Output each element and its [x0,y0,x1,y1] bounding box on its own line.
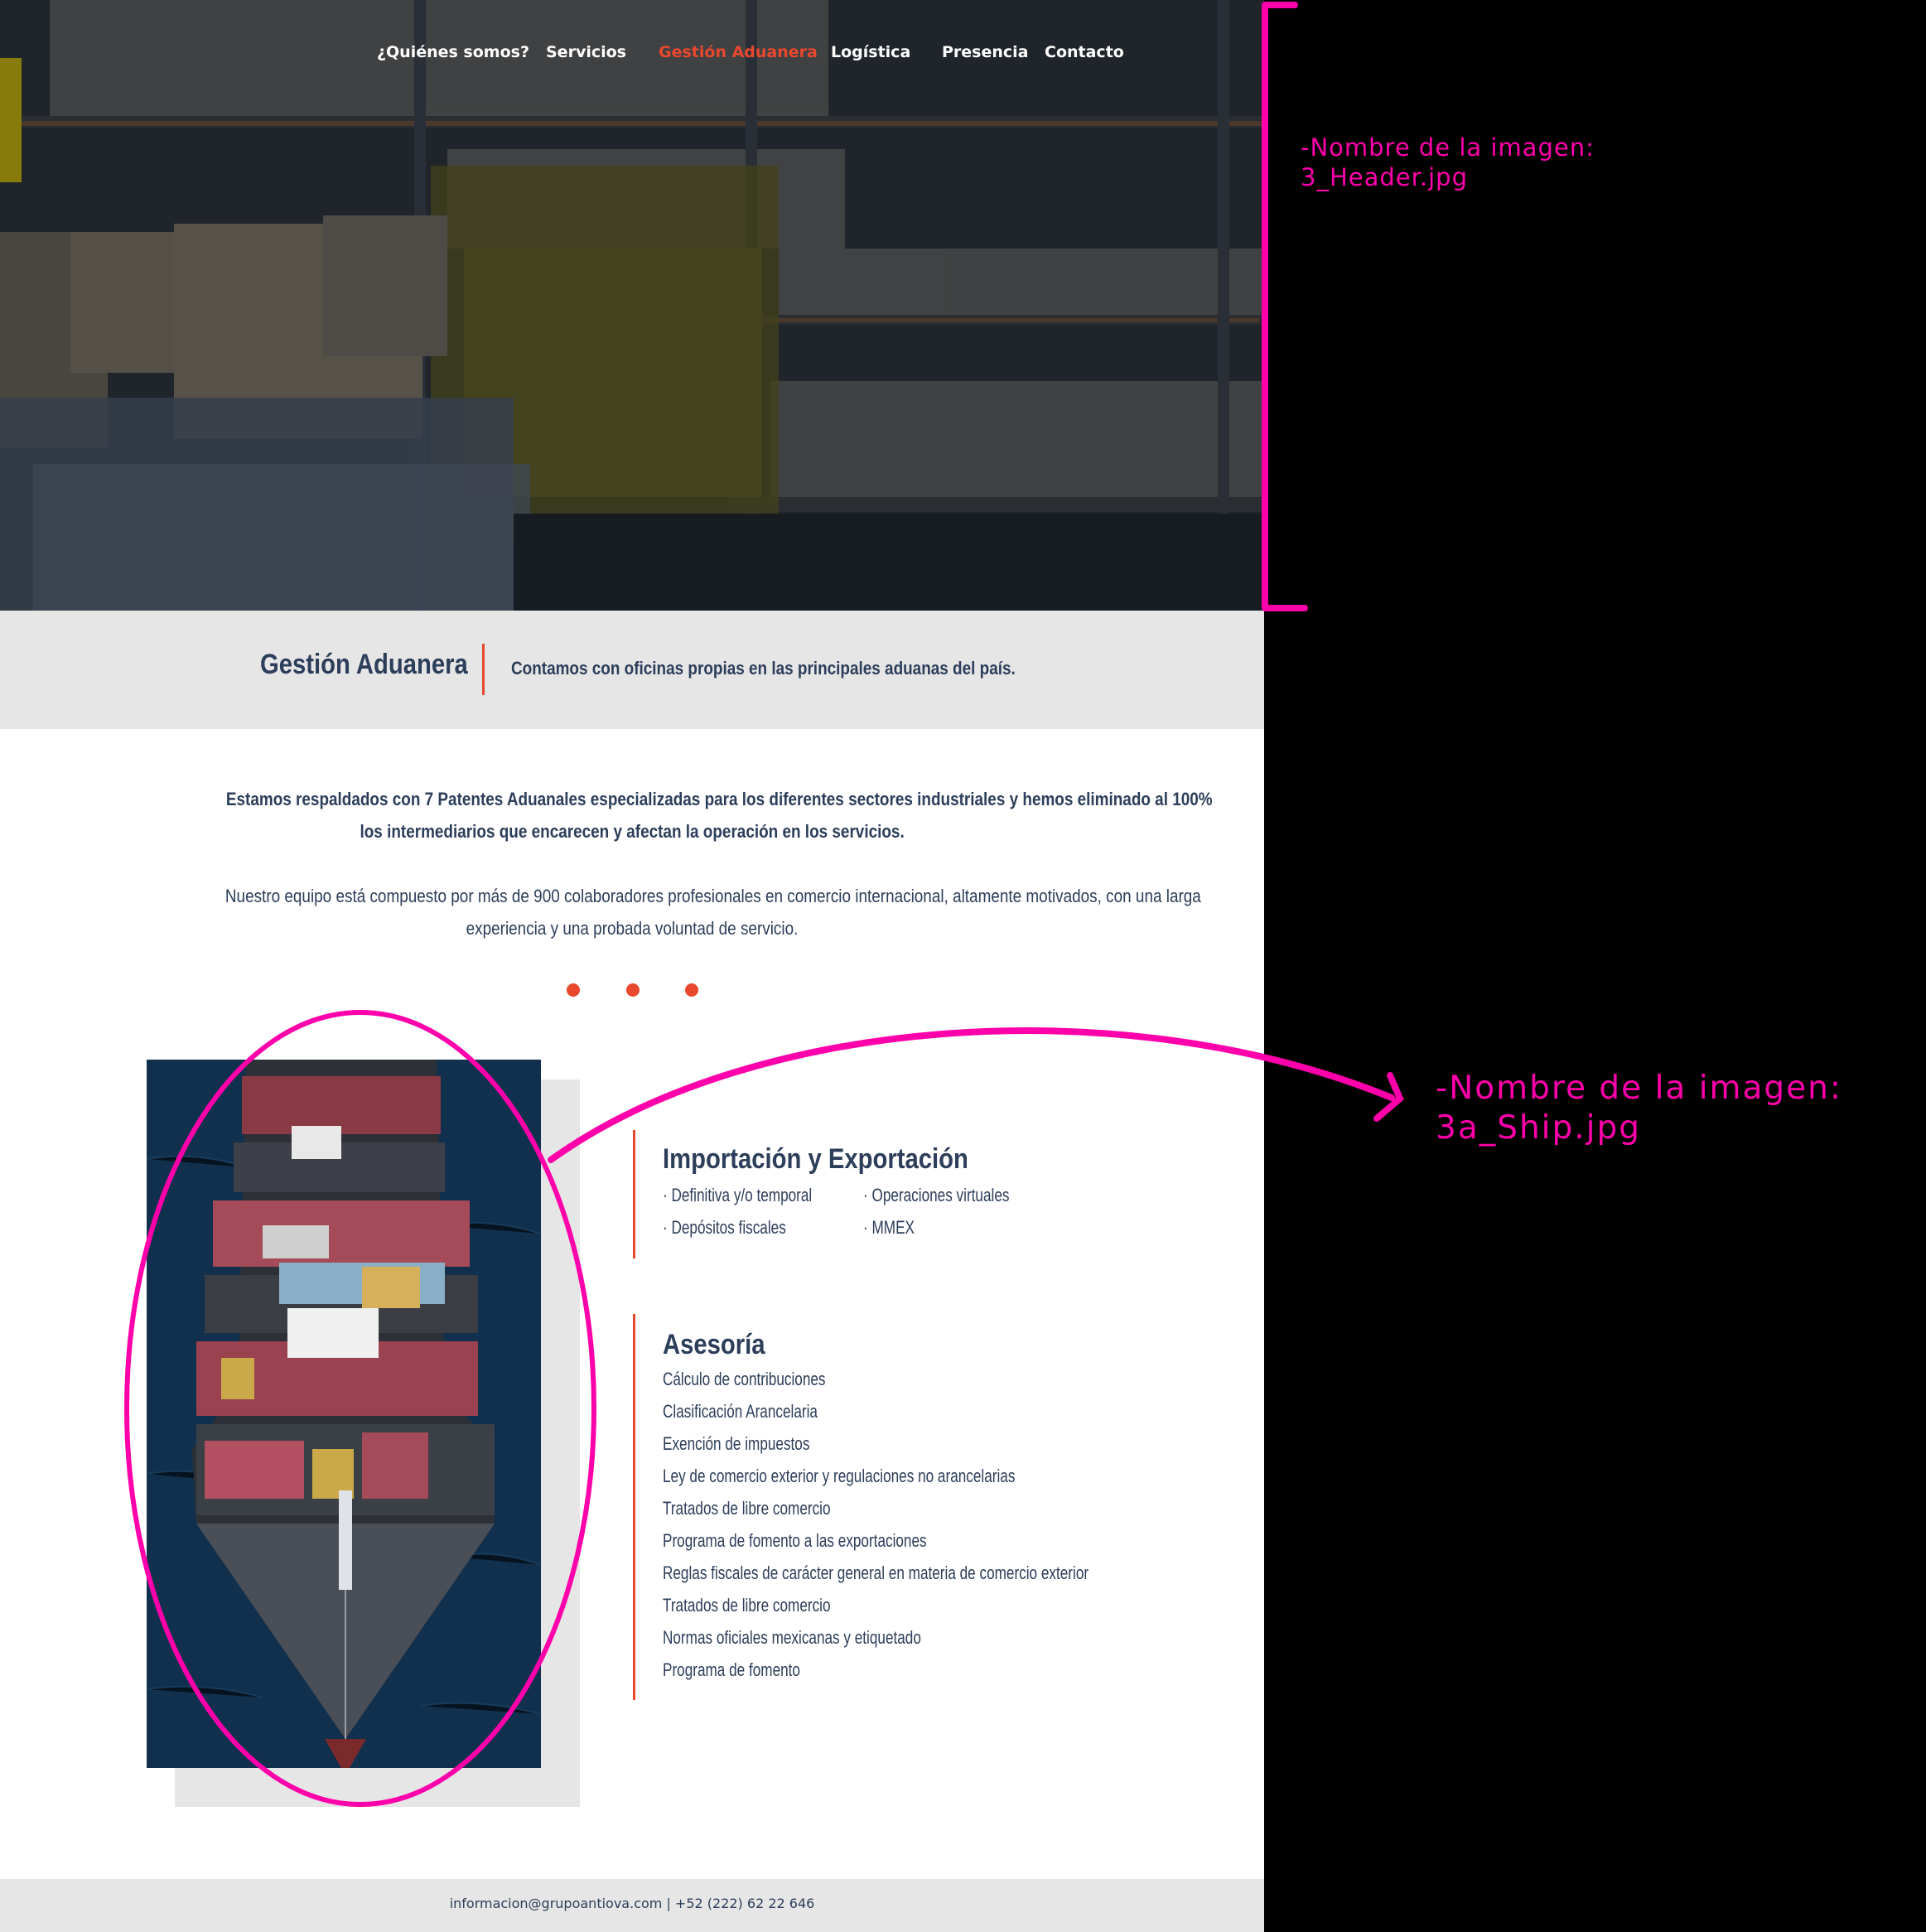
arrow-head-icon [1373,1072,1404,1122]
main-nav: ¿Quiénes somos? Servicios Gestión Aduane… [0,43,1264,68]
annotation-ship-image: -Nombre de la imagen: 3a_Ship.jpg [1436,1069,1842,1148]
paragraph-line: los intermediarios que encarecen y afect… [360,821,905,842]
nav-item-contacto[interactable]: Contacto [1045,43,1124,61]
dot [685,983,698,997]
service-item: Cálculo de contribuciones [663,1369,826,1389]
nav-item-quienes-somos[interactable]: ¿Quiénes somos? [377,43,529,61]
service-item: · Operaciones virtuales [863,1185,1010,1205]
annotation-filename: 3a_Ship.jpg [1436,1109,1642,1147]
annotation-header-image: -Nombre de la imagen: 3_Header.jpg [1301,133,1595,192]
service-item: · Depósitos fiscales [663,1217,786,1238]
nav-item-presencia[interactable]: Presencia [942,43,1029,61]
accent-bar [633,1130,635,1258]
ship-image [147,1060,541,1768]
annotation-label: -Nombre de la imagen: [1301,133,1595,162]
paragraph-line: Nuestro equipo está compuesto por más de… [224,886,1201,906]
dot [626,983,640,997]
service-title: Importación y Exportación [663,1143,968,1175]
warehouse-illustration [0,0,1264,611]
nav-item-logistica[interactable]: Logística [831,43,910,61]
footer-contact[interactable]: informacion@grupoantiova.com | +52 (222)… [0,1896,1264,1911]
nav-item-servicios[interactable]: Servicios [546,43,626,61]
page: ¿Quiénes somos? Servicios Gestión Aduane… [0,0,1264,1932]
service-item: Ley de comercio exterior y regulaciones … [663,1466,1016,1486]
service-title: Asesoría [663,1329,765,1360]
service-item: Exención de impuestos [663,1433,810,1454]
dot [567,983,580,997]
page-subtitle: Contamos con oficinas propias en las pri… [511,658,1016,679]
service-item: Reglas fiscales de carácter general en m… [663,1563,1089,1583]
service-item: · Definitiva y/o temporal [663,1185,813,1205]
service-item: Normas oficiales mexicanas y etiquetado [663,1627,921,1648]
footer: informacion@grupoantiova.com | +52 (222)… [0,1879,1264,1932]
service-item: Tratados de libre comercio [663,1595,831,1616]
paragraph-line: Estamos respaldados con 7 Patentes Aduan… [225,789,1213,809]
decorative-dots [0,983,1264,998]
service-item: · MMEX [863,1217,915,1238]
paragraph-line: experiencia y una probada voluntad de se… [466,918,799,939]
container-ship-illustration [147,1060,541,1768]
intro-paragraph-patents: Estamos respaldados con 7 Patentes Aduan… [146,783,1213,848]
service-item: Programa de fomento a las exportaciones [663,1530,927,1551]
page-title: Gestión Aduanera [260,649,468,680]
intro-band: Gestión Aduanera Contamos con oficinas p… [0,611,1264,729]
header-image-warehouse: ¿Quiénes somos? Servicios Gestión Aduane… [0,0,1264,611]
nav-item-gestion-aduanera[interactable]: Gestión Aduanera [659,43,818,61]
service-item: Clasificación Arancelaria [663,1401,818,1422]
service-item: Programa de fomento [663,1659,800,1680]
intro-paragraph-team: Nuestro equipo está compuesto por más de… [146,880,1201,944]
service-item: Tratados de libre comercio [663,1498,831,1519]
accent-divider [482,644,485,695]
annotation-label: -Nombre de la imagen: [1436,1070,1843,1107]
annotation-filename: 3_Header.jpg [1301,163,1468,191]
accent-bar [633,1314,635,1700]
